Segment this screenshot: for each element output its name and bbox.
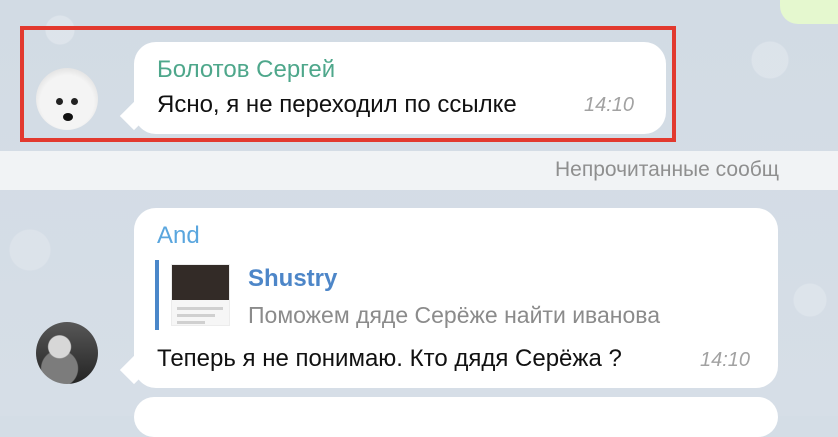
unread-divider-label: Непрочитанные сообщ — [555, 158, 780, 181]
highlight-frame — [20, 26, 676, 142]
reply-accent-bar — [155, 260, 159, 330]
person-avatar[interactable] — [36, 322, 98, 384]
reply-sender-name: Shustry — [248, 265, 338, 292]
reply-preview[interactable]: Shustry Поможем дяде Серёже найти иванов… — [155, 260, 755, 330]
message-time-and: 14:10 — [700, 349, 751, 371]
reply-message-text: Поможем дяде Серёже найти иванова — [248, 302, 661, 328]
sender-name-and[interactable]: And — [157, 222, 200, 250]
reply-thumbnail — [171, 264, 230, 326]
message-bubble-partial[interactable] — [134, 397, 778, 437]
message-text-and: Теперь я не понимаю. Кто дядя Серёжа ? — [157, 345, 622, 372]
corner-message-bubble — [780, 0, 838, 24]
